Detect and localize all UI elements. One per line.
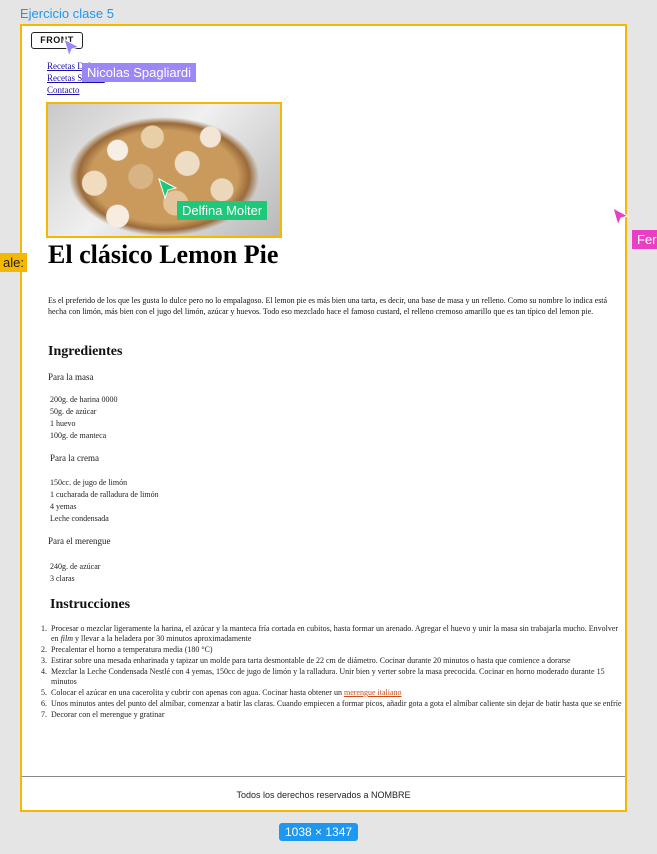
collaborator-tag-left: ale: [0, 253, 27, 272]
nav-link-contacto[interactable]: Contacto [47, 84, 105, 96]
cursor-delfina-icon [158, 178, 178, 200]
collaborator-tag-nicolas: Nicolas Spagliardi [82, 63, 197, 82]
crema-list: 150cc. de jugo de limón 1 cucharada de r… [50, 477, 159, 525]
step-emphasis: film [60, 634, 74, 643]
list-item: 4 yemas [50, 502, 77, 511]
page-title: El clásico Lemon Pie [48, 240, 279, 269]
footer-divider [22, 776, 625, 777]
list-item: 3 claras [50, 574, 75, 583]
list-item: Unos minutos antes del punto del almíbar… [49, 699, 626, 709]
cursor-nicolas-icon [63, 38, 81, 58]
instructions-heading: Instrucciones [50, 597, 131, 612]
cursor-fer-icon [612, 207, 630, 227]
masa-heading: Para la masa [48, 372, 94, 382]
instructions-list: Procesar o mezclar ligeramente la harina… [22, 624, 626, 721]
intro-paragraph: Es el preferido de los que les gusta lo … [48, 296, 608, 316]
page-frame[interactable]: FRONT Recetas Dulces Recetas Saladas Con… [20, 24, 627, 812]
frame-size-badge: 1038 × 1347 [279, 823, 359, 841]
list-item: 1 huevo [50, 419, 76, 428]
footer-text: Todos los derechos reservados a NOMBRE [236, 790, 411, 800]
list-item: Colocar el azúcar en una cacerolita y cu… [49, 688, 626, 698]
list-item: Procesar o mezclar ligeramente la harina… [49, 624, 626, 644]
collaborator-tag-fer: Fer [632, 230, 657, 249]
step-text: y llevar a la heladera por 30 minutos ap… [73, 634, 252, 643]
merengue-heading: Para el merengue [48, 536, 111, 546]
masa-list: 200g. de harina 0000 50g. de azúcar 1 hu… [50, 394, 118, 442]
list-item: 200g. de harina 0000 [50, 395, 118, 404]
merengue-italiano-link[interactable]: merengue italiano [344, 688, 402, 697]
collaborator-tag-delfina: Delfina Molter [177, 201, 268, 220]
list-item: Leche condensada [50, 514, 109, 523]
list-item: Decorar con el merengue y gratinar [49, 710, 626, 720]
list-item: 50g. de azúcar [50, 407, 97, 416]
frame-title[interactable]: Ejercicio clase 5 [20, 6, 114, 21]
step-text: Colocar el azúcar en una cacerolita y cu… [51, 688, 344, 697]
list-item: Precalentar el horno a temperatura media… [49, 645, 626, 655]
list-item: 100g. de manteca [50, 431, 107, 440]
crema-heading: Para la crema [50, 453, 99, 463]
list-item: 240g. de azúcar [50, 562, 101, 571]
merengue-list: 240g. de azúcar 3 claras [50, 561, 100, 585]
list-item: 150cc. de jugo de limón [50, 478, 128, 487]
list-item: 1 cucharada de ralladura de limón [50, 490, 159, 499]
ingredients-heading: Ingredientes [48, 344, 123, 359]
list-item: Mezclar la Leche Condensada Nestlé con 4… [49, 667, 626, 687]
list-item: Estirar sobre una mesada enharinada y ta… [49, 656, 626, 666]
